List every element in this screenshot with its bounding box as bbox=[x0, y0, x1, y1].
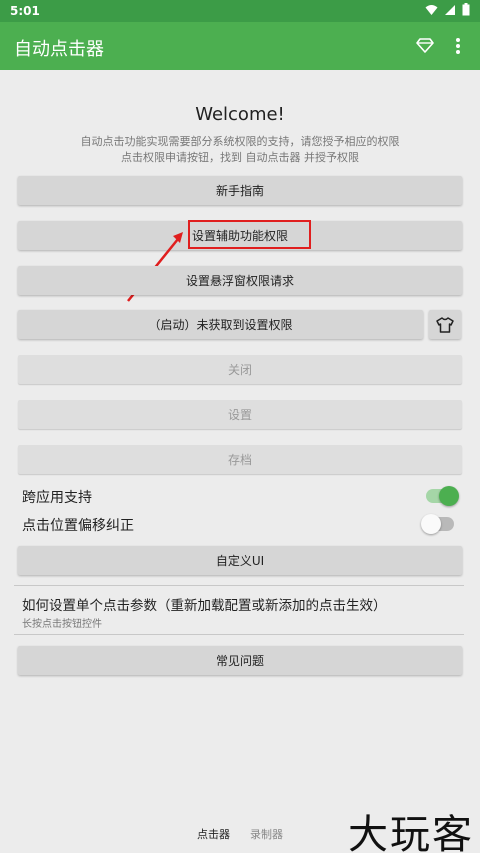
archive-button[interactable]: 存档 bbox=[18, 445, 462, 474]
offset-fix-toggle-knob bbox=[421, 514, 441, 534]
cross-app-label: 跨应用支持 bbox=[22, 490, 92, 506]
status-time: 5:01 bbox=[10, 4, 40, 18]
skin-button[interactable] bbox=[429, 310, 461, 339]
battery-icon bbox=[462, 3, 470, 16]
guide-button[interactable]: 新手指南 bbox=[18, 176, 462, 205]
wifi-icon bbox=[425, 4, 438, 15]
signal-icon bbox=[445, 4, 455, 15]
status-bar: 5:01 bbox=[0, 0, 480, 22]
more-vert-icon[interactable] bbox=[454, 36, 462, 56]
overlay-permission-button[interactable]: 设置悬浮窗权限请求 bbox=[18, 266, 462, 295]
app-title: 自动点击器 bbox=[14, 39, 104, 60]
close-button[interactable]: 关闭 bbox=[18, 355, 462, 384]
diamond-icon[interactable] bbox=[416, 36, 434, 54]
intro-description: 自动点击功能实现需要部分系统权限的支持，请您授予相应的权限 点击权限申请按钮，找… bbox=[0, 134, 480, 166]
tab-recorder[interactable]: 录制器 bbox=[250, 826, 283, 842]
cross-app-toggle-knob bbox=[439, 486, 459, 506]
highlight-box bbox=[188, 220, 311, 249]
app-bar: 自动点击器 bbox=[0, 22, 480, 70]
welcome-heading: Welcome! bbox=[195, 104, 285, 125]
offset-fix-label: 点击位置偏移纠正 bbox=[22, 518, 134, 534]
divider-bottom bbox=[14, 634, 464, 635]
faq-button[interactable]: 常见问题 bbox=[18, 646, 462, 675]
custom-ui-button[interactable]: 自定义UI bbox=[18, 546, 462, 575]
intro-desc-line1: 自动点击功能实现需要部分系统权限的支持，请您授予相应的权限 bbox=[80, 135, 400, 148]
start-button[interactable]: （启动）未获取到设置权限 bbox=[18, 310, 423, 339]
divider-top bbox=[14, 585, 464, 586]
help-title: 如何设置单个点击参数（重新加载配置或新添加的点击生效） bbox=[22, 598, 387, 614]
intro-desc-line2: 点击权限申请按钮，找到 自动点击器 并授予权限 bbox=[121, 151, 359, 164]
settings-button[interactable]: 设置 bbox=[18, 400, 462, 429]
tab-clicker[interactable]: 点击器 bbox=[197, 826, 230, 842]
tshirt-icon bbox=[436, 316, 454, 333]
offset-fix-toggle[interactable] bbox=[421, 514, 454, 534]
watermark-logo: 大玩客 bbox=[348, 812, 474, 853]
help-subtitle: 长按点击按钮控件 bbox=[22, 619, 102, 630]
cross-app-toggle[interactable] bbox=[426, 486, 459, 506]
